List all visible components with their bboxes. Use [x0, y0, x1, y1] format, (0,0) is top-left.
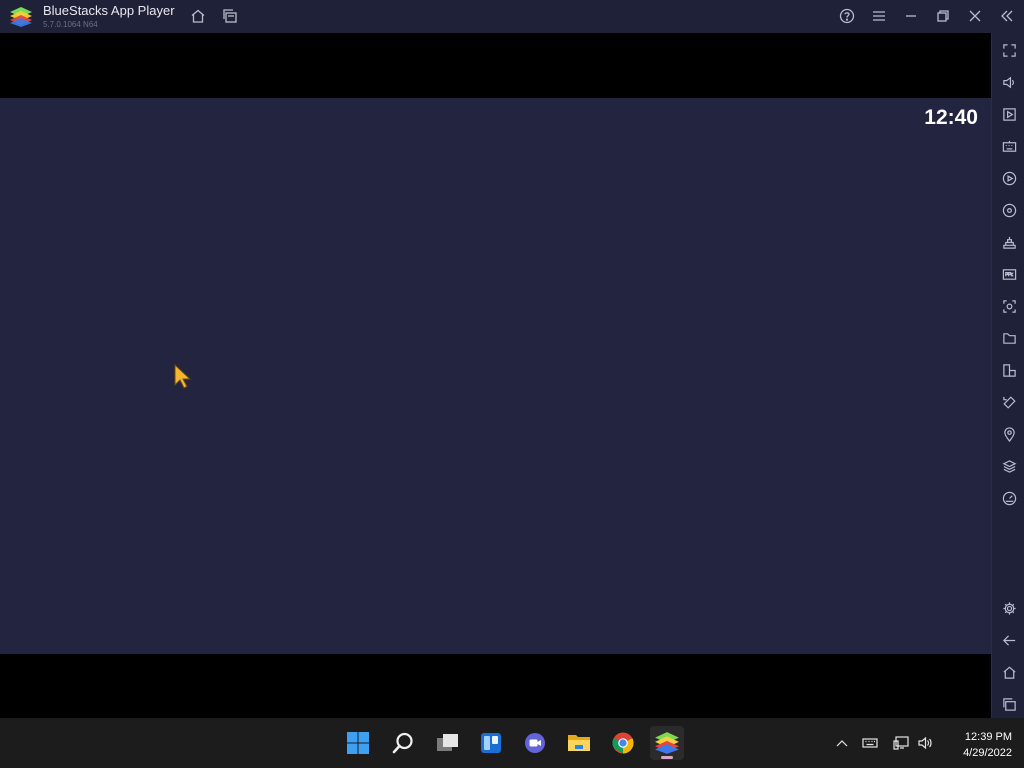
- letterbox-top: [0, 33, 991, 98]
- rotate-icon[interactable]: [1000, 393, 1018, 411]
- multi-instance-manager-icon[interactable]: [1000, 361, 1018, 379]
- bluestacks-taskbar-icon[interactable]: [650, 726, 684, 760]
- network-icon[interactable]: [892, 735, 910, 751]
- recent-apps-icon[interactable]: [1000, 695, 1018, 713]
- active-app-indicator: [661, 756, 673, 759]
- eco-mode-icon[interactable]: [1000, 489, 1018, 507]
- install-apk-icon[interactable]: [1000, 265, 1018, 283]
- record-icon[interactable]: [1000, 201, 1018, 219]
- restore-icon[interactable]: [933, 6, 953, 26]
- help-icon[interactable]: [837, 6, 857, 26]
- home-icon[interactable]: [188, 6, 208, 26]
- menu-icon[interactable]: [869, 6, 889, 26]
- keyboard-icon[interactable]: [861, 735, 879, 751]
- widgets-icon[interactable]: [474, 726, 508, 760]
- settings-icon[interactable]: [1000, 599, 1018, 617]
- game-controls-icon[interactable]: [1000, 233, 1018, 251]
- multi-instance-icon[interactable]: [220, 6, 240, 26]
- close-icon[interactable]: [965, 6, 985, 26]
- app-title: BlueStacks App Player: [43, 3, 175, 18]
- back-icon[interactable]: [1000, 631, 1018, 649]
- app-version: 5.7.0.1064 N64: [43, 20, 98, 29]
- collapse-sidebar-icon[interactable]: [997, 6, 1017, 26]
- title-bar: BlueStacks App Player 5.7.0.1064 N64: [0, 0, 1024, 33]
- task-view-icon[interactable]: [430, 726, 464, 760]
- android-clock: 12:40: [924, 106, 978, 129]
- screenshot-icon[interactable]: [1000, 297, 1018, 315]
- windows-start-icon[interactable]: [341, 726, 375, 760]
- folder-icon[interactable]: [1000, 329, 1018, 347]
- title-block: BlueStacks App Player 5.7.0.1064 N64: [43, 4, 175, 30]
- taskbar-date: 4/29/2022: [963, 747, 1012, 759]
- show-hidden-icons-icon[interactable]: [833, 735, 851, 751]
- taskbar-clock[interactable]: 12:39 PM 4/29/2022: [944, 729, 1012, 761]
- letterbox-bottom: [0, 654, 991, 718]
- windows-taskbar: 12:39 PM 4/29/2022: [0, 718, 1024, 768]
- layers-icon[interactable]: [1000, 457, 1018, 475]
- keyboard-controls-icon[interactable]: [1000, 137, 1018, 155]
- bluestacks-window: BlueStacks App Player 5.7.0.1064 N64 12:…: [0, 0, 1024, 768]
- android-screen[interactable]: 12:40: [0, 98, 991, 654]
- minimize-icon[interactable]: [901, 6, 921, 26]
- macro-recorder-icon[interactable]: [1000, 169, 1018, 187]
- mouse-cursor-icon: [174, 364, 192, 389]
- fullscreen-icon[interactable]: [1000, 41, 1018, 59]
- taskbar-time: 12:39 PM: [964, 731, 1012, 743]
- speaker-icon[interactable]: [917, 735, 935, 751]
- chrome-icon[interactable]: [606, 726, 640, 760]
- volume-icon[interactable]: [1000, 73, 1018, 91]
- search-icon[interactable]: [386, 726, 420, 760]
- location-icon[interactable]: [1000, 425, 1018, 443]
- bluestacks-logo: [10, 7, 32, 27]
- media-manager-icon[interactable]: [1000, 105, 1018, 123]
- android-home-icon[interactable]: [1000, 663, 1018, 681]
- right-sidebar: [991, 33, 1024, 718]
- file-explorer-icon[interactable]: [562, 726, 596, 760]
- teams-chat-icon[interactable]: [518, 726, 552, 760]
